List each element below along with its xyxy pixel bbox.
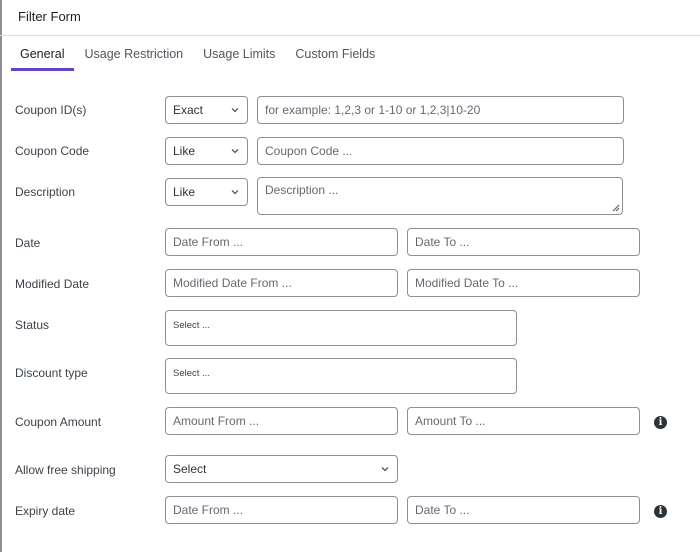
modified-date-from-input[interactable]: Modified Date From ... [165,269,398,297]
coupon-code-label: Coupon Code [15,144,90,158]
date-from-input[interactable]: Date From ... [165,228,398,256]
status-label: Status [15,318,50,332]
status-multiselect[interactable]: Select ... [165,310,517,346]
coupon-code-operator-value: Like [173,144,196,158]
coupon-ids-label: Coupon ID(s) [15,103,87,117]
chevron-down-icon [231,108,239,113]
info-icon[interactable]: i [654,416,667,429]
modified-date-label: Modified Date [15,277,90,291]
window-edge [0,0,2,552]
discount-type-label: Discount type [15,366,88,380]
discount-type-multiselect[interactable]: Select ... [165,358,517,394]
free-shipping-select[interactable]: Select [165,455,398,483]
amount-to-input[interactable]: Amount To ... [407,407,640,435]
tab-bar: General Usage Restriction Usage Limits C… [10,36,385,72]
form-header: Filter Form [0,0,700,36]
expiry-date-from-input[interactable]: Date From ... [165,496,398,524]
tab-general[interactable]: General [10,36,75,72]
resize-handle-icon[interactable] [611,203,620,212]
free-shipping-label: Allow free shipping [15,463,116,477]
coupon-amount-label: Coupon Amount [15,415,102,429]
expiry-date-label: Expiry date [15,504,76,518]
description-operator-value: Like [173,185,196,199]
tab-custom-fields[interactable]: Custom Fields [285,36,385,72]
modified-date-to-input[interactable]: Modified Date To ... [407,269,640,297]
date-to-input[interactable]: Date To ... [407,228,640,256]
description-label: Description [15,185,76,199]
chevron-down-icon [231,190,239,195]
expiry-date-to-input[interactable]: Date To ... [407,496,640,524]
chevron-down-icon [381,467,389,472]
amount-from-input[interactable]: Amount From ... [165,407,398,435]
coupon-code-operator-select[interactable]: Like [165,137,248,165]
free-shipping-value: Select [173,462,207,476]
description-operator-select[interactable]: Like [165,178,248,206]
coupon-ids-operator-value: Exact [173,103,204,117]
description-placeholder: Description ... [265,183,339,197]
info-icon[interactable]: i [654,505,667,518]
tab-usage-restriction[interactable]: Usage Restriction [74,36,193,72]
coupon-ids-input[interactable]: for example: 1,2,3 or 1-10 or 1,2,3|10-2… [257,96,624,124]
coupon-ids-operator-select[interactable]: Exact [165,96,248,124]
date-label: Date [15,236,41,250]
coupon-code-input[interactable]: Coupon Code ... [257,137,624,165]
chevron-down-icon [231,149,239,154]
description-textarea[interactable]: Description ... [257,177,623,215]
page-title: Filter Form [18,9,81,24]
tab-usage-limits[interactable]: Usage Limits [193,36,285,72]
